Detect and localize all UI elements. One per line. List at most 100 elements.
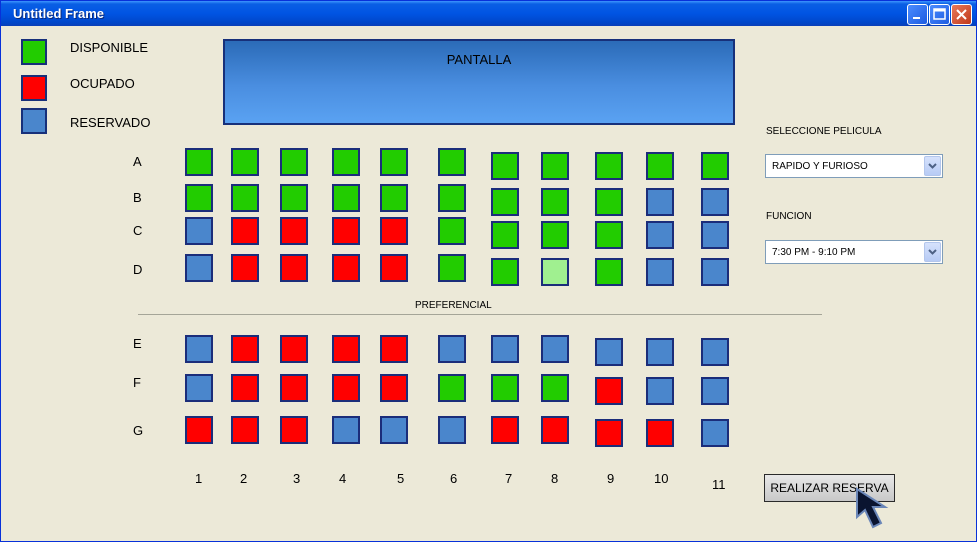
seat-g-9-occupied[interactable]: [595, 419, 623, 447]
seat-d-9-available[interactable]: [595, 258, 623, 286]
column-label-6: 6: [450, 471, 458, 486]
legend-swatch-available: [21, 39, 47, 65]
seat-f-6-available[interactable]: [438, 374, 466, 402]
seat-a-1-available[interactable]: [185, 148, 213, 176]
seat-c-10-reserved[interactable]: [646, 221, 674, 249]
seat-b-6-available[interactable]: [438, 184, 466, 212]
seat-e-7-reserved[interactable]: [491, 335, 519, 363]
movie-select-value: RAPIDO Y FURIOSO: [772, 161, 868, 172]
seat-a-4-available[interactable]: [332, 148, 360, 176]
column-label-11: 11: [712, 477, 726, 492]
seat-d-8-selected[interactable]: [541, 258, 569, 286]
seat-e-10-reserved[interactable]: [646, 338, 674, 366]
seat-c-9-available[interactable]: [595, 221, 623, 249]
chevron-down-icon: [928, 163, 937, 169]
seat-c-8-available[interactable]: [541, 221, 569, 249]
seat-g-4-reserved[interactable]: [332, 416, 360, 444]
seat-b-8-available[interactable]: [541, 188, 569, 216]
movie-dropdown-button[interactable]: [924, 156, 941, 176]
seat-a-7-available[interactable]: [491, 152, 519, 180]
seat-g-5-reserved[interactable]: [380, 416, 408, 444]
seat-e-3-occupied[interactable]: [280, 335, 308, 363]
seat-b-10-reserved[interactable]: [646, 188, 674, 216]
seat-d-11-reserved[interactable]: [701, 258, 729, 286]
seat-d-7-available[interactable]: [491, 258, 519, 286]
seat-f-8-available[interactable]: [541, 374, 569, 402]
seat-c-5-occupied[interactable]: [380, 217, 408, 245]
seat-a-10-available[interactable]: [646, 152, 674, 180]
maximize-button[interactable]: [929, 4, 950, 25]
seat-c-7-available[interactable]: [491, 221, 519, 249]
seat-d-2-occupied[interactable]: [231, 254, 259, 282]
seat-c-6-available[interactable]: [438, 217, 466, 245]
maximize-icon: [933, 8, 946, 20]
seat-d-1-reserved[interactable]: [185, 254, 213, 282]
seat-e-5-occupied[interactable]: [380, 335, 408, 363]
seat-a-11-available[interactable]: [701, 152, 729, 180]
seat-e-11-reserved[interactable]: [701, 338, 729, 366]
seat-b-7-available[interactable]: [491, 188, 519, 216]
minimize-button[interactable]: [907, 4, 928, 25]
seat-a-5-available[interactable]: [380, 148, 408, 176]
seat-d-3-occupied[interactable]: [280, 254, 308, 282]
seat-b-5-available[interactable]: [380, 184, 408, 212]
seat-f-4-occupied[interactable]: [332, 374, 360, 402]
seat-e-2-occupied[interactable]: [231, 335, 259, 363]
column-label-1: 1: [195, 471, 203, 486]
movie-select[interactable]: RAPIDO Y FURIOSO: [765, 154, 943, 178]
seat-b-2-available[interactable]: [231, 184, 259, 212]
seat-c-2-occupied[interactable]: [231, 217, 259, 245]
seat-a-2-available[interactable]: [231, 148, 259, 176]
seat-b-11-reserved[interactable]: [701, 188, 729, 216]
showtime-select[interactable]: 7:30 PM - 9:10 PM: [765, 240, 943, 264]
seat-c-3-occupied[interactable]: [280, 217, 308, 245]
seat-f-10-reserved[interactable]: [646, 377, 674, 405]
seat-f-1-reserved[interactable]: [185, 374, 213, 402]
seat-f-2-occupied[interactable]: [231, 374, 259, 402]
seat-d-5-occupied[interactable]: [380, 254, 408, 282]
seat-g-6-reserved[interactable]: [438, 416, 466, 444]
seat-g-3-occupied[interactable]: [280, 416, 308, 444]
seat-g-7-occupied[interactable]: [491, 416, 519, 444]
legend-label-occupied: OCUPADO: [70, 76, 135, 91]
seat-d-10-reserved[interactable]: [646, 258, 674, 286]
seat-e-6-reserved[interactable]: [438, 335, 466, 363]
seat-b-4-available[interactable]: [332, 184, 360, 212]
seat-c-11-reserved[interactable]: [701, 221, 729, 249]
seat-b-3-available[interactable]: [280, 184, 308, 212]
seat-f-7-available[interactable]: [491, 374, 519, 402]
seat-e-8-reserved[interactable]: [541, 335, 569, 363]
close-button[interactable]: [951, 4, 972, 25]
seat-d-6-available[interactable]: [438, 254, 466, 282]
seat-a-8-available[interactable]: [541, 152, 569, 180]
seat-g-8-occupied[interactable]: [541, 416, 569, 444]
seat-d-4-occupied[interactable]: [332, 254, 360, 282]
column-label-2: 2: [240, 471, 248, 486]
seat-c-4-occupied[interactable]: [332, 217, 360, 245]
seat-b-1-available[interactable]: [185, 184, 213, 212]
seat-f-3-occupied[interactable]: [280, 374, 308, 402]
seat-a-6-available[interactable]: [438, 148, 466, 176]
title-bar[interactable]: Untitled Frame: [1, 1, 976, 26]
showtime-select-value: 7:30 PM - 9:10 PM: [772, 247, 856, 258]
seat-b-9-available[interactable]: [595, 188, 623, 216]
seat-c-1-reserved[interactable]: [185, 217, 213, 245]
legend-swatch-occupied: [21, 75, 47, 101]
seat-a-3-available[interactable]: [280, 148, 308, 176]
seat-f-11-reserved[interactable]: [701, 377, 729, 405]
column-label-7: 7: [505, 471, 513, 486]
seat-e-4-occupied[interactable]: [332, 335, 360, 363]
seat-e-9-reserved[interactable]: [595, 338, 623, 366]
mouse-cursor-icon: [856, 487, 889, 529]
seat-f-9-occupied[interactable]: [595, 377, 623, 405]
seat-g-10-occupied[interactable]: [646, 419, 674, 447]
seat-a-9-available[interactable]: [595, 152, 623, 180]
legend-label-available: DISPONIBLE: [70, 40, 149, 55]
row-label-c: C: [133, 223, 143, 238]
seat-g-11-reserved[interactable]: [701, 419, 729, 447]
seat-g-2-occupied[interactable]: [231, 416, 259, 444]
seat-g-1-occupied[interactable]: [185, 416, 213, 444]
seat-e-1-reserved[interactable]: [185, 335, 213, 363]
showtime-dropdown-button[interactable]: [924, 242, 941, 262]
seat-f-5-occupied[interactable]: [380, 374, 408, 402]
